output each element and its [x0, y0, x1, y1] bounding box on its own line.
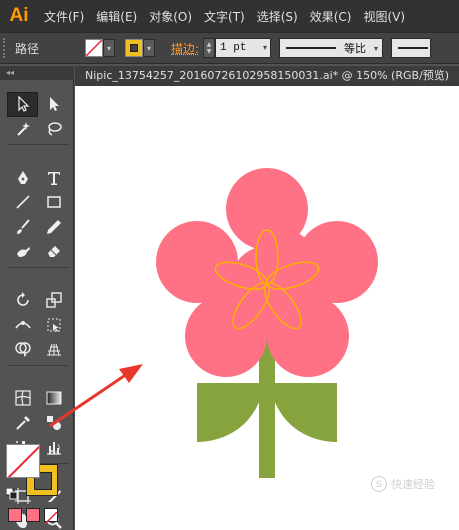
toolbar-header[interactable]: ◂◂	[0, 66, 74, 80]
perspective-grid-icon	[46, 344, 61, 356]
width-tool[interactable]	[7, 313, 38, 338]
type-tool[interactable]	[38, 166, 69, 191]
paintbrush-tool[interactable]	[7, 215, 38, 240]
blend-icon	[46, 415, 61, 430]
eraser-icon	[47, 246, 60, 258]
document-tab[interactable]: Nipic_13754257_20160726102958150031.ai* …	[75, 66, 459, 86]
tools-panel: ⤾	[0, 80, 74, 530]
fill-stroke-control: ⤾	[6, 442, 66, 504]
profile-label: 等比	[344, 42, 367, 55]
magic-wand-icon	[16, 121, 30, 136]
fill-dropdown-button[interactable]: ▾	[103, 39, 115, 57]
selection-tool[interactable]	[7, 92, 38, 117]
profile-line-icon	[286, 47, 337, 49]
paintbrush-icon	[16, 219, 30, 234]
rectangle-tool[interactable]	[38, 190, 69, 215]
blob-brush-icon	[16, 247, 30, 258]
stroke-color-swatch[interactable]	[125, 39, 143, 57]
free-transform-icon	[47, 318, 60, 332]
none-swatch-icon	[85, 39, 103, 57]
scale-icon	[45, 292, 62, 308]
perspective-grid-tool[interactable]	[38, 337, 69, 362]
control-bar: 路径 ▾ ▾ 描边: ▲ ▼ 1 pt ▾ 等比 ▾	[0, 32, 459, 64]
rotate-icon	[16, 292, 29, 307]
chevron-down-icon: ▾	[374, 43, 379, 53]
blob-brush-tool[interactable]	[7, 239, 38, 264]
magic-wand-tool[interactable]	[7, 117, 38, 142]
selection-type-label: 路径	[15, 41, 40, 56]
width-icon	[14, 320, 31, 329]
variable-width-profile[interactable]: 等比 ▾	[279, 38, 384, 58]
watermark-text: 快速经验	[391, 479, 435, 491]
lasso-tool[interactable]	[38, 117, 69, 142]
app-logo: Ai	[9, 5, 29, 26]
color-mode-buttons	[8, 508, 58, 525]
menu-effect[interactable]: 效果(C)	[304, 8, 358, 25]
brush-line-icon	[398, 47, 429, 49]
direct-selection-icon	[49, 97, 59, 112]
menu-type[interactable]: 文字(T)	[198, 8, 251, 25]
mesh-tool[interactable]	[7, 386, 38, 411]
shape-builder-tool[interactable]	[7, 337, 38, 362]
shape-builder-icon	[14, 342, 31, 358]
line-segment-icon	[15, 195, 30, 209]
stroke-label[interactable]: 描边:	[171, 40, 199, 57]
default-fill-stroke-icon[interactable]	[6, 488, 18, 500]
gradient-icon	[46, 391, 61, 405]
artboard-canvas[interactable]: S 快速经验	[75, 86, 459, 530]
scale-tool[interactable]	[38, 288, 69, 313]
watermark-badge: S	[371, 476, 387, 492]
selection-icon	[17, 95, 29, 113]
fill-swatch[interactable]	[6, 444, 40, 478]
grip-handle[interactable]	[3, 38, 9, 58]
none-swatch-icon	[44, 511, 58, 525]
stroke-weight-value: 1 pt	[220, 42, 247, 54]
direct-selection-tool[interactable]	[38, 92, 69, 117]
menu-bar: Ai 文件(F) 编辑(E) 对象(O) 文字(T) 选择(S) 效果(C) 视…	[0, 0, 459, 32]
flower-artwork	[156, 168, 378, 478]
gradient-mode-button[interactable]	[26, 508, 40, 522]
menu-edit[interactable]: 编辑(E)	[90, 8, 143, 25]
fill-color-swatch[interactable]	[85, 39, 103, 57]
tool-separator	[7, 144, 69, 145]
watermark: S 快速经验	[371, 476, 435, 492]
menu-object[interactable]: 对象(O)	[143, 8, 198, 25]
pencil-tool[interactable]	[38, 215, 69, 240]
gradient-tool[interactable]	[38, 386, 69, 411]
stroke-weight-input[interactable]: 1 pt ▾	[215, 38, 272, 58]
tool-separator	[7, 364, 69, 366]
mesh-icon	[14, 390, 31, 406]
eyedropper-icon	[15, 415, 30, 430]
type-icon	[47, 171, 60, 185]
color-mode-button[interactable]	[8, 508, 22, 522]
eyedropper-tool[interactable]	[7, 411, 38, 436]
blend-tool[interactable]	[38, 411, 69, 436]
rectangle-icon	[46, 196, 61, 208]
eraser-tool[interactable]	[38, 239, 69, 264]
none-swatch-icon	[7, 445, 39, 477]
none-mode-button[interactable]	[44, 508, 58, 525]
pen-icon	[17, 170, 28, 184]
line-segment-tool[interactable]	[7, 190, 38, 215]
tool-separator	[7, 266, 69, 268]
menu-file[interactable]: 文件(F)	[38, 8, 90, 25]
chevron-down-icon: ▾	[263, 44, 268, 53]
stroke-dropdown-button[interactable]: ▾	[143, 39, 155, 57]
lasso-icon	[47, 122, 62, 136]
swap-fill-stroke-icon[interactable]: ⤾	[50, 442, 60, 457]
pencil-icon	[46, 219, 61, 234]
menu-view[interactable]: 视图(V)	[357, 8, 411, 25]
stroke-hollow-icon	[130, 44, 138, 52]
pen-tool[interactable]	[7, 166, 38, 191]
free-transform-tool[interactable]	[38, 313, 69, 338]
stroke-weight-stepper[interactable]: ▲ ▼	[203, 38, 216, 58]
menu-select[interactable]: 选择(S)	[251, 8, 304, 25]
illustrator-window: Ai 文件(F) 编辑(E) 对象(O) 文字(T) 选择(S) 效果(C) 视…	[0, 0, 459, 530]
rotate-tool[interactable]	[7, 288, 38, 313]
brush-definition[interactable]	[391, 38, 432, 58]
